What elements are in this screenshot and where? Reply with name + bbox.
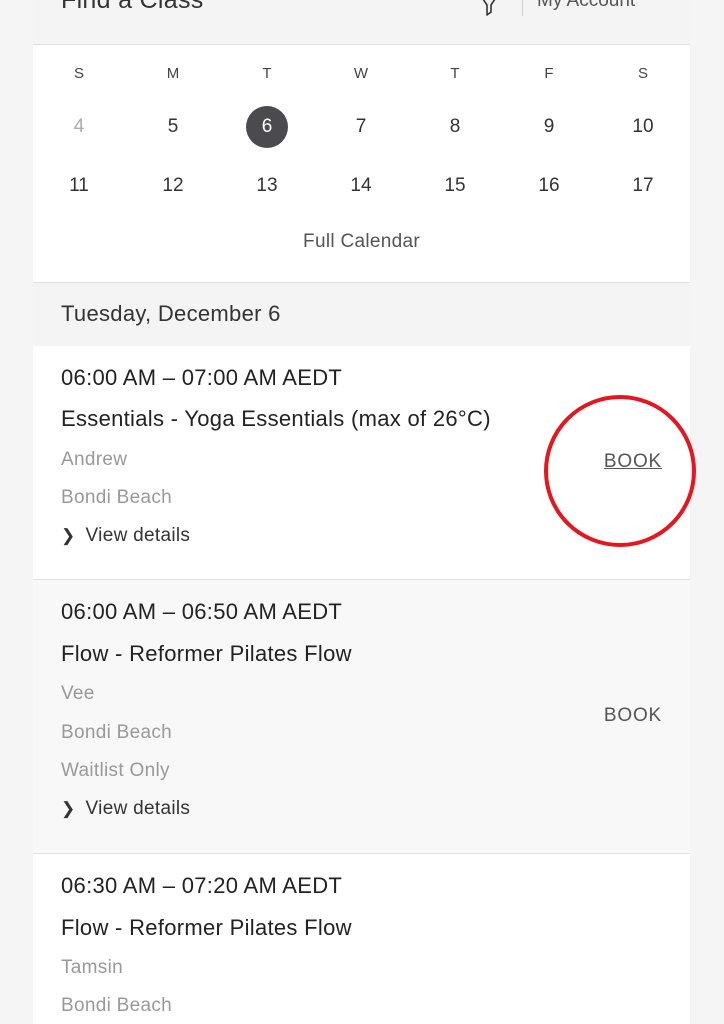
calendar-day[interactable]: 8 [425,107,485,147]
view-details-label: View details [85,798,191,819]
class-instructor: Tamsin [61,957,123,978]
view-details-label: View details [85,525,191,546]
class-card: 06:00 AM – 07:00 AM AEDT Essentials - Yo… [33,346,690,580]
top-header: Find a Class My Account [33,0,690,45]
chevron-right-icon: ❯ [61,526,76,545]
week-calendar: S M T W T F S 4 5 6 7 8 9 10 11 12 13 14… [33,45,690,281]
view-details-link[interactable]: ❯ View details [61,798,190,820]
calendar-day[interactable]: 10 [613,107,673,147]
class-location: Bondi Beach [61,487,173,508]
calendar-day-selected[interactable]: 6 [237,106,297,148]
weekday-label: S [637,65,648,82]
class-location: Bondi Beach [61,722,173,743]
class-time: 06:00 AM – 07:00 AM AEDT [61,365,343,390]
calendar-day[interactable]: 5 [143,107,203,147]
calendar-day: 4 [73,116,85,137]
calendar-day[interactable]: 17 [613,166,673,206]
calendar-day[interactable]: 7 [331,107,391,147]
class-instructor: Vee [61,683,95,704]
calendar-day[interactable]: 12 [143,166,203,206]
weekday-label: T [450,65,460,82]
weekday-label: F [544,65,554,82]
chevron-right-icon: ❯ [61,799,76,818]
selected-day-number: 6 [246,106,288,148]
class-status: Waitlist Only [61,760,170,781]
class-card: 06:30 AM – 07:20 AM AEDT Flow - Reformer… [33,854,690,1024]
weekday-label: W [353,65,369,82]
weekday-label: T [262,65,272,82]
class-title: Flow - Reformer Pilates Flow [61,915,352,940]
calendar-day[interactable]: 13 [237,166,297,206]
my-account-link[interactable]: My Account [537,0,635,12]
class-instructor: Andrew [61,449,128,470]
calendar-day[interactable]: 9 [519,107,579,147]
page-title: Find a Class [61,0,204,14]
class-title: Flow - Reformer Pilates Flow [61,641,352,666]
class-time: 06:30 AM – 07:20 AM AEDT [61,873,343,898]
class-title: Essentials - Yoga Essentials (max of 26°… [61,406,491,431]
class-location: Bondi Beach [61,995,173,1016]
date-heading-bar: Tuesday, December 6 [33,282,690,347]
view-details-link[interactable]: ❯ View details [61,525,190,547]
weekday-label: S [73,65,84,82]
book-button[interactable]: BOOK [604,705,662,727]
class-time: 06:00 AM – 06:50 AM AEDT [61,599,343,624]
book-button[interactable]: BOOK [604,451,662,473]
weekday-label: M [166,65,180,82]
filter-funnel-icon[interactable] [477,0,501,18]
calendar-day[interactable]: 11 [49,166,109,206]
calendar-day[interactable]: 14 [331,166,391,206]
class-schedule-panel: Find a Class My Account S M T W T F S 4 … [33,0,690,1024]
calendar-day[interactable]: 16 [519,166,579,206]
weekday-row: S M T W T F S [33,54,690,94]
header-divider [522,0,523,16]
calendar-day[interactable]: 15 [425,166,485,206]
date-heading: Tuesday, December 6 [61,301,281,326]
class-card: 06:00 AM – 06:50 AM AEDT Flow - Reformer… [33,580,690,854]
week-row-2: 11 12 13 14 15 16 17 [33,166,690,206]
week-row-1: 4 5 6 7 8 9 10 [33,106,690,148]
full-calendar-link[interactable]: Full Calendar [33,231,690,253]
